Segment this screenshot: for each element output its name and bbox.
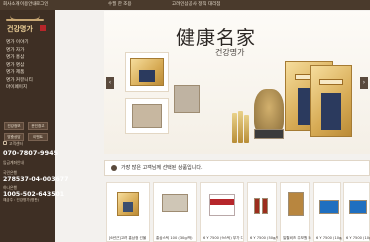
banner-subtitle: 건강명가 [215,48,245,57]
customer-center: 고객센터 070-7807-9945 [3,141,59,157]
product-box-image [117,192,139,216]
storage-button[interactable]: 운인창고 [28,122,48,130]
banner-product-photo [125,52,169,92]
bank-number: 278537-04-003677 [3,176,69,183]
product-box-image [209,194,235,216]
product-card[interactable]: 홍삼스틱 100 (30g/박) [153,182,197,242]
product-thumbnail[interactable] [317,186,339,220]
bottle-image [238,111,243,143]
product-box-image [288,192,304,216]
topbar-link-about[interactable]: 회사소개 [3,1,20,9]
sidebar-item-hongsam[interactable]: 명가 홍삼 [6,54,52,62]
phone-icon [3,141,7,145]
product-name[interactable]: 일월비즈 주보원 50g (6g/박) [283,236,311,241]
sidebar-item-community[interactable]: 명가 커뮤니티 [6,77,52,85]
logo-seal-icon [40,25,46,31]
sidebar-item-products[interactable]: 명가 제품 [6,69,52,77]
sidebar-item-self[interactable]: 명가 자가 [6,47,52,55]
sidebar-item-myungsam[interactable]: 명가 명삼 [6,62,52,70]
top-bar: 회사소개 이용안내 로그인 수필 한 조용 고려인삼공사 정직 대리점 [0,0,370,10]
product-thumbnail[interactable] [157,186,193,220]
product-name[interactable]: [6년근]고려 홍삼정 선물 [109,236,149,241]
banner-title: 健康名家 [176,27,257,49]
gold-product-box-2 [310,65,352,137]
main-banner[interactable]: ‹ › 健康名家 건강명가 [104,11,370,154]
gift-box-image [130,58,164,86]
product-set-image [162,194,188,212]
account-guide-label: 입금계좌안내 [3,160,24,165]
quick-account: 입금계좌안내 [3,160,53,166]
health-info-button[interactable]: 건강정보 [4,122,24,130]
bottle-image [232,113,237,143]
gift-set-image [132,104,162,128]
product-name[interactable]: 6 Y 7500 (10g/박) 부가 다 [346,236,370,241]
box-picture [321,92,341,131]
box-picture [123,202,133,213]
bank-info: 국민은행 278537-04-003677 하나은행 1005-502-6435… [3,170,69,203]
bottle-image [254,198,260,214]
product-thumbnail[interactable] [251,186,275,220]
product-thumbnail[interactable] [347,186,367,220]
bottle-image [244,115,249,143]
bottle-image [262,198,268,214]
product-name[interactable]: 6 Y 7500 (50g/박) 부가 다 [250,236,278,241]
product-box-image [319,200,339,214]
product-thumbnail[interactable] [284,186,308,220]
topbar-link-guide[interactable]: 이용안내 [20,1,37,9]
ginseng-stand-image [254,129,284,139]
topbar-link-login[interactable]: 로그인 [36,1,48,9]
best-seller-bar: 가장 많은 고객님께 선택된 상품입니다. [104,160,370,176]
logo-roof-icon [6,15,44,21]
product-card[interactable]: 6 Y 7500 (10g/박) 부가 다 [313,182,342,242]
topbar-link-center[interactable]: 수필 한 조용 [108,1,132,9]
product-card[interactable]: 6 Y 7500 (50g/박) 부가 다 [247,182,278,242]
topbar-link-right[interactable]: 고려인삼공사 정직 대리점 [172,1,220,9]
banner-next-button[interactable]: › [360,77,368,89]
best-seller-text: 가장 많은 고객님께 선택된 상품입니다. [121,165,203,171]
product-card[interactable]: [6년근]고려 홍삼정 선물 [106,182,150,242]
sidebar-item-mypage[interactable]: 마이페이지 [6,84,52,92]
phone-number: 070-7807-9945 [3,149,59,157]
bullet-icon [111,165,117,171]
product-thumbnail[interactable] [110,186,146,220]
product-image [139,69,155,82]
account-holder: 예금주 : 건강명가(명판) [3,198,40,202]
product-box-image [349,200,367,214]
consult-button[interactable]: 맞춤상담 [4,133,24,141]
gift-set-box-image [174,85,200,113]
customer-center-label: 고객센터 [9,141,23,146]
sidebar-item-story[interactable]: 명가 이야기 [6,39,52,47]
event-button[interactable]: 이벤트 [28,133,48,141]
banner-prev-button[interactable]: ‹ [106,77,114,89]
bank2-number: 1005-502-643501 [3,190,65,198]
product-card[interactable]: 일월비즈 주보원 50g (6g/박) [280,182,311,242]
product-card[interactable]: 6 Y 7500 (9스틱) 부가 다 [200,182,244,242]
sidebar: 건강명가 명가 이야기 명가 자가 명가 홍삼 명가 명삼 명가 제품 명가 커… [0,10,69,242]
product-thumbnail[interactable] [204,186,240,220]
product-name[interactable]: 6 Y 7500 (10g/박) 부가 다 [316,236,342,241]
logo-text: 건강명가 [7,24,33,33]
product-name[interactable]: 6 Y 7500 (9스틱) 부가 다 [203,236,243,241]
product-card[interactable]: 6 Y 7500 (10g/박) 부가 다 [343,182,370,242]
sidebar-menu: 명가 이야기 명가 자가 명가 홍삼 명가 명삼 명가 제품 명가 커뮤니티 마… [6,39,52,92]
site-logo[interactable]: 건강명가 [6,14,46,36]
red-stripe [210,199,234,205]
product-name[interactable]: 홍삼스틱 100 (30g/박) [156,236,196,241]
banner-set-photo [125,98,169,134]
